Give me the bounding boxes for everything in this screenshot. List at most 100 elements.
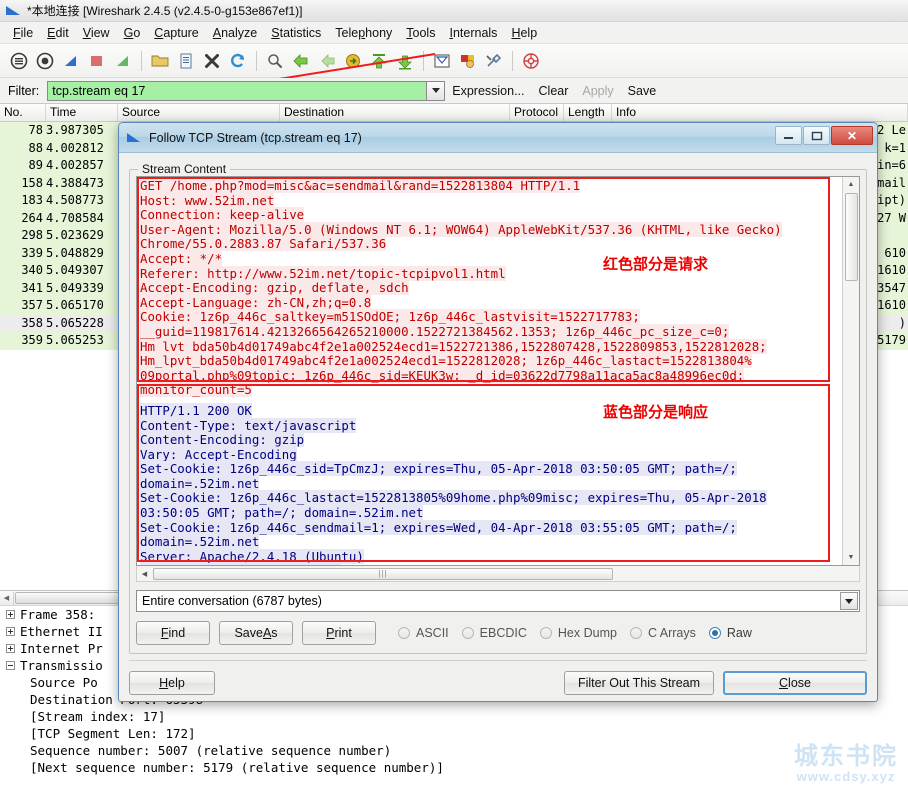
restart-capture-icon[interactable] (111, 49, 135, 73)
column-header-no[interactable]: No. (0, 104, 46, 121)
close-file-icon[interactable] (200, 49, 224, 73)
packet-list-header: No. Time Source Destination Protocol Len… (0, 104, 908, 122)
radio-c-arrays-icon[interactable] (629, 627, 642, 639)
go-to-packet-icon[interactable] (341, 49, 365, 73)
menu-edit[interactable]: Edit (40, 24, 76, 42)
filter-expression-button[interactable]: Expression... (445, 84, 531, 98)
stop-capture-icon[interactable] (85, 49, 109, 73)
list-interfaces-icon[interactable] (7, 49, 31, 73)
start-capture-icon[interactable] (59, 49, 83, 73)
find-packet-icon[interactable] (263, 49, 287, 73)
packet-no: 341 (21, 280, 43, 295)
menu-telephony[interactable]: Telephony (328, 24, 399, 42)
filter-save-button[interactable]: Save (621, 84, 664, 98)
collapse-icon[interactable] (6, 661, 15, 670)
format-ascii[interactable]: ASCII (398, 626, 449, 640)
dialog-maximize-button[interactable] (803, 126, 830, 145)
find-button[interactable]: Find (136, 621, 210, 645)
format-raw[interactable]: Raw (708, 626, 752, 640)
auto-scroll-icon[interactable] (456, 49, 480, 73)
column-header-time[interactable]: Time (46, 104, 118, 121)
format-c-arrays[interactable]: C Arrays (629, 626, 696, 640)
column-header-info[interactable]: Info (612, 104, 908, 121)
menu-internals[interactable]: Internals (442, 24, 504, 42)
menu-capture[interactable]: Capture (147, 24, 205, 42)
radio-ebcdic-icon[interactable] (461, 627, 474, 639)
menu-analyze[interactable]: Analyze (206, 24, 264, 42)
menu-go[interactable]: Go (117, 24, 148, 42)
go-forward-icon[interactable] (315, 49, 339, 73)
packet-no: 298 (21, 228, 43, 242)
packet-time: 5.048829 (46, 245, 104, 260)
vscroll-thumb[interactable] (844, 193, 858, 281)
detail-tree-row[interactable]: Sequence number: 5007 (relative sequence… (0, 742, 908, 759)
menu-view[interactable]: View (76, 24, 117, 42)
menu-bar: File Edit View Go Capture Analyze Statis… (0, 22, 908, 44)
stream-vscrollbar[interactable]: ▲ ▼ (842, 177, 859, 565)
filter-apply-button[interactable]: Apply (575, 84, 620, 98)
scroll-left-icon[interactable]: ◀ (0, 591, 14, 605)
wireshark-logo-icon (6, 5, 22, 17)
radio-hex-dump-icon[interactable] (539, 627, 552, 639)
reload-icon[interactable] (226, 49, 250, 73)
preferences-icon[interactable] (482, 49, 506, 73)
detail-tree-row[interactable]: [Next sequence number: 5179 (relative se… (0, 759, 908, 776)
detail-tree-row[interactable]: [Stream index: 17] (0, 708, 908, 725)
save-file-icon[interactable] (174, 49, 198, 73)
radio-raw-icon[interactable] (708, 627, 721, 639)
dialog-body: Stream Content GET /home.php?mod=misc&ac… (119, 153, 877, 695)
menu-file[interactable]: File (6, 24, 40, 42)
go-last-packet-icon[interactable] (393, 49, 417, 73)
detail-row-label: Sequence number: 5007 (relative sequence… (30, 743, 392, 758)
expand-icon[interactable] (6, 610, 15, 619)
filter-clear-button[interactable]: Clear (532, 84, 576, 98)
save-as-button[interactable]: Save As (219, 621, 293, 645)
scroll-down-icon[interactable]: ▼ (844, 550, 859, 565)
radio-ascii-icon[interactable] (398, 627, 410, 639)
open-file-icon[interactable] (148, 49, 172, 73)
expand-icon[interactable] (6, 627, 15, 636)
filter-history-dropdown-icon[interactable] (427, 80, 446, 101)
stream-content-text[interactable]: GET /home.php?mod=misc&ac=sendmail&rand=… (137, 177, 842, 565)
conversation-select-value: Entire conversation (6787 bytes) (142, 594, 322, 608)
column-header-protocol[interactable]: Protocol (510, 104, 564, 121)
chevron-down-icon[interactable] (840, 592, 858, 610)
colorize-icon[interactable] (430, 49, 454, 73)
scroll-up-icon[interactable]: ▲ (844, 177, 859, 192)
filter-label: Filter: (8, 83, 40, 98)
stream-request-line: Referer: http://www.52im.net/topic-tcpip… (140, 265, 506, 281)
dialog-window-buttons: ✕ (775, 126, 873, 145)
stream-content-area[interactable]: GET /home.php?mod=misc&ac=sendmail&rand=… (136, 176, 860, 566)
dialog-close-button[interactable]: ✕ (831, 126, 873, 145)
dialog-minimize-button[interactable] (775, 126, 802, 145)
toolbar-separator-2 (256, 50, 257, 71)
packet-no: 359 (21, 333, 43, 347)
column-header-destination[interactable]: Destination (280, 104, 510, 121)
filter-out-stream-button[interactable]: Filter Out This Stream (564, 671, 714, 695)
go-first-packet-icon[interactable] (367, 49, 391, 73)
format-ebcdic[interactable]: EBCDIC (461, 626, 527, 640)
menu-statistics[interactable]: Statistics (264, 24, 328, 42)
column-header-length[interactable]: Length (564, 104, 612, 121)
menu-help[interactable]: Help (504, 24, 544, 42)
expand-icon[interactable] (6, 644, 15, 653)
format-hex-dump[interactable]: Hex Dump (539, 626, 617, 640)
stream-hscrollbar[interactable]: ◀ ||| (136, 566, 860, 582)
toolbar-separator-3 (423, 50, 424, 71)
detail-tree-row[interactable]: [TCP Segment Len: 172] (0, 725, 908, 742)
close-dialog-button[interactable]: Close (723, 671, 867, 695)
help-icon[interactable] (519, 49, 543, 73)
dialog-title-bar[interactable]: Follow TCP Stream (tcp.stream eq 17) ✕ (119, 123, 877, 153)
column-header-source[interactable]: Source (118, 104, 280, 121)
conversation-select[interactable]: Entire conversation (6787 bytes) (136, 590, 860, 612)
hscroll-thumb[interactable]: ||| (153, 567, 613, 580)
menu-tools[interactable]: Tools (399, 24, 442, 42)
hscroll-left-icon[interactable]: ◀ (137, 567, 152, 581)
filter-input[interactable] (47, 80, 428, 101)
stream-request-line: Hm_lpvt_bda50b4d01749abc4f2e1a002524ecd1… (140, 353, 752, 369)
help-button[interactable]: Help (129, 671, 215, 695)
go-back-icon[interactable] (289, 49, 313, 73)
stream-request-line: __guid=119817614.4213266564265210000.152… (140, 323, 730, 339)
capture-options-icon[interactable] (33, 49, 57, 73)
print-button[interactable]: Print (302, 621, 376, 645)
